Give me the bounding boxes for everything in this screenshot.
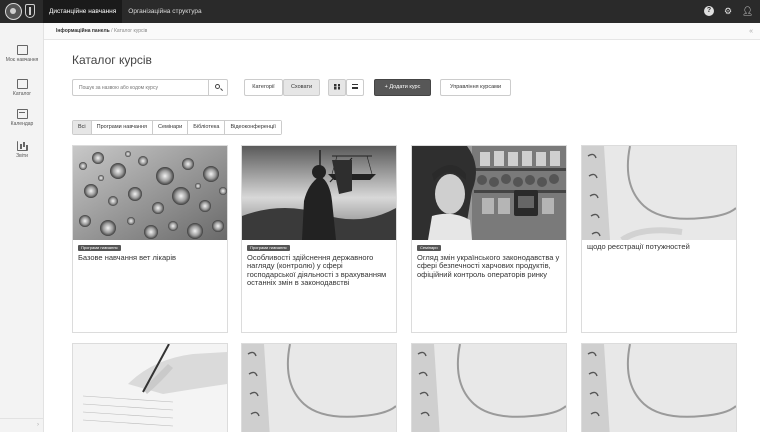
top-icons: ? ⚙ 👤︎ <box>704 6 753 16</box>
top-nav: Дистанційне навчання Організаційна струк… <box>43 0 208 23</box>
sidebar: Моє навчання Каталог Календар Звіти › <box>0 23 44 432</box>
categories-button[interactable]: Категорії <box>244 79 283 96</box>
search-icon <box>215 84 220 89</box>
course-card[interactable] <box>581 343 737 432</box>
reports-icon <box>16 141 28 151</box>
sidebar-item-reports[interactable]: Звіти <box>0 141 44 159</box>
search-box <box>72 79 228 96</box>
learning-icon <box>16 45 28 55</box>
course-image-signing <box>73 344 227 432</box>
course-card[interactable] <box>72 343 228 432</box>
page-title: Каталог курсів <box>72 53 152 67</box>
list-view-button[interactable] <box>346 79 364 96</box>
coat-of-arms-icon <box>25 4 35 18</box>
breadcrumb-separator: / <box>111 28 113 34</box>
search-button[interactable] <box>208 80 227 95</box>
course-title[interactable]: Особливості здійснення державного нагляд… <box>247 253 393 288</box>
course-card[interactable]: Програми навчання Базове навчання вет лі… <box>72 145 228 333</box>
search-input[interactable] <box>73 80 209 95</box>
sidebar-item-label: Моє навчання <box>5 57 39 63</box>
manage-courses-button[interactable]: Управління курсами <box>440 79 511 96</box>
filter-tabs: Всі Програми навчання Семінари Бібліотек… <box>72 120 282 135</box>
category-badge: Програми навчання <box>78 245 121 251</box>
grid-icon <box>334 83 340 90</box>
tab-seminars[interactable]: Семінари <box>152 121 189 134</box>
catalog-icon <box>16 79 28 89</box>
course-title[interactable]: Базове навчання вет лікарів <box>78 253 224 262</box>
course-card[interactable]: Семінари Огляд змін українського законод… <box>411 145 567 333</box>
breadcrumb: Інформаційна панель / Каталог курсів « <box>44 23 760 40</box>
top-bar: Дистанційне навчання Організаційна струк… <box>0 0 760 23</box>
tab-all[interactable]: Всі <box>73 121 92 134</box>
expand-sidebar-icon[interactable]: › <box>37 422 39 428</box>
tab-videoconferences[interactable]: Відеоконференції <box>225 121 281 134</box>
sidebar-footer: › <box>0 418 44 432</box>
calendar-icon <box>16 109 28 119</box>
course-card[interactable] <box>411 343 567 432</box>
sidebar-item-calendar[interactable]: Календар <box>0 109 44 127</box>
collapse-icon[interactable]: « <box>749 23 753 40</box>
nav-distance-learning[interactable]: Дистанційне навчання <box>43 0 123 23</box>
help-icon[interactable]: ? <box>704 6 714 16</box>
breadcrumb-current: Каталог курсів <box>113 28 148 34</box>
course-card[interactable] <box>241 343 397 432</box>
gear-icon[interactable]: ⚙ <box>723 6 733 16</box>
course-image-notebook <box>242 344 396 432</box>
sidebar-item-catalog[interactable]: Каталог <box>0 79 44 97</box>
course-image-water-drops <box>73 146 227 240</box>
tab-programs[interactable]: Програми навчання <box>91 121 153 134</box>
tab-library[interactable]: Бібліотека <box>188 121 226 134</box>
list-icon <box>352 84 358 90</box>
course-card[interactable]: щодо реєстрації потужностей <box>581 145 737 333</box>
sidebar-item-label: Звіти <box>16 153 28 159</box>
course-title[interactable]: щодо реєстрації потужностей <box>587 242 733 251</box>
nav-org-structure[interactable]: Організаційна структура <box>122 0 207 23</box>
hide-button[interactable]: Сховати <box>283 79 320 96</box>
grid-view-button[interactable] <box>328 79 346 96</box>
course-card[interactable]: Програми навчання Особливості здійснення… <box>241 145 397 333</box>
user-icon[interactable]: 👤︎ <box>742 6 753 16</box>
course-image-supermarket <box>412 146 566 240</box>
breadcrumb-home[interactable]: Інформаційна панель <box>56 28 110 34</box>
course-image-notebook <box>412 344 566 432</box>
course-image-notebook <box>582 344 736 432</box>
course-image-notebook <box>582 146 736 240</box>
category-badge: Програми навчання <box>247 245 290 251</box>
sidebar-item-label: Календар <box>10 121 34 127</box>
sidebar-item-label: Каталог <box>12 91 32 97</box>
sidebar-item-my-learning[interactable]: Моє навчання <box>0 45 44 63</box>
add-course-button[interactable]: + Додати курс <box>374 79 431 96</box>
category-badge: Семінари <box>417 245 441 251</box>
course-title[interactable]: Огляд змін українського законодавства у … <box>417 253 563 279</box>
logo-icon[interactable] <box>5 3 22 20</box>
course-image-justice <box>242 146 396 240</box>
